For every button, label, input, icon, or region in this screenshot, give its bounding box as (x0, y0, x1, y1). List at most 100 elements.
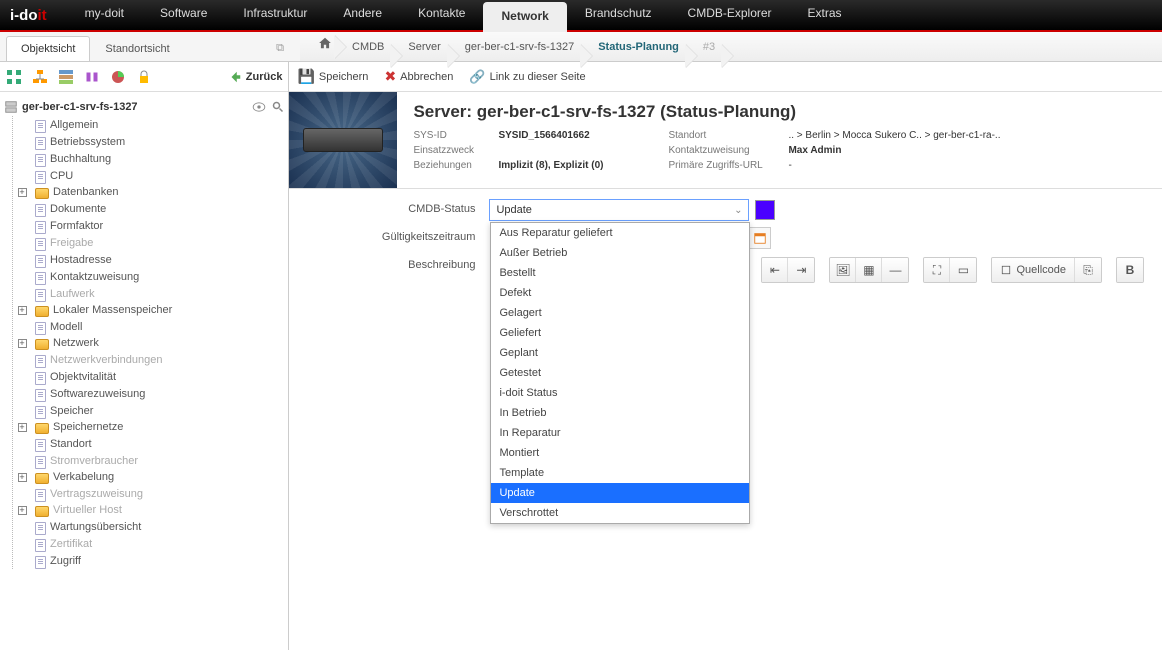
expand-icon[interactable]: + (18, 306, 27, 315)
tree-item-label: Speichernetze (53, 421, 123, 433)
topnav-item[interactable]: Andere (325, 0, 400, 32)
topnav-item[interactable]: Kontakte (400, 0, 483, 32)
topnav-item[interactable]: CMDB-Explorer (670, 0, 790, 32)
tree-item[interactable]: Softwarezuweisung (13, 385, 284, 402)
dropdown-option[interactable]: Template (491, 463, 749, 483)
breadcrumb-item[interactable]: ger-ber-c1-srv-fs-1327 (453, 41, 586, 53)
save-button[interactable]: 💾 Speichern (297, 68, 368, 85)
tree-item[interactable]: Stromverbraucher (13, 452, 284, 469)
tb-bold-icon[interactable]: B (1117, 258, 1143, 282)
permalink-button[interactable]: 🔗 Link zu dieser Seite (469, 69, 585, 85)
dropdown-option[interactable]: Gelagert (491, 303, 749, 323)
tree-item[interactable]: Wartungsübersicht (13, 518, 284, 535)
object-header: Server: ger-ber-c1-srv-fs-1327 (Status-P… (289, 92, 1162, 189)
breadcrumb-bar: CMDBServerger-ber-c1-srv-fs-1327Status-P… (300, 32, 1162, 62)
expand-icon[interactable]: + (18, 506, 27, 515)
topnav-item[interactable]: Software (142, 0, 225, 32)
object-meta-grid: SYS-IDSYSID_1566401662Standort.. > Berli… (413, 130, 1146, 171)
tb-indent-icon[interactable]: ⇥ (788, 258, 814, 282)
dropdown-option[interactable]: Update (491, 483, 749, 503)
dropdown-option[interactable]: Geplant (491, 343, 749, 363)
topnav-item[interactable]: Network (483, 2, 566, 32)
dropdown-option[interactable]: i-doit Status (491, 383, 749, 403)
tb-hr-icon[interactable]: — (882, 258, 908, 282)
dropdown-option[interactable]: Aus Reparatur geliefert (491, 223, 749, 243)
tree-item[interactable]: +Verkabelung (13, 469, 284, 485)
expand-icon[interactable]: + (18, 188, 27, 197)
tree-item[interactable]: Modell (13, 318, 284, 335)
calendar-button[interactable] (749, 227, 771, 249)
page-icon (35, 137, 46, 150)
tree-item[interactable]: Dokumente (13, 200, 284, 217)
grid-icon[interactable] (58, 69, 74, 85)
breadcrumb-item[interactable]: Server (396, 41, 452, 53)
tb-fullscreen-icon[interactable]: ⛶ (924, 258, 950, 282)
cmdb-status-select[interactable]: Update ⌄ Aus Reparatur geliefertAußer Be… (489, 199, 749, 221)
topnav-item[interactable]: Brandschutz (567, 0, 670, 32)
tree-item[interactable]: Netzwerkverbindungen (13, 351, 284, 368)
tb-copy-icon[interactable]: ⎘ (1075, 258, 1101, 282)
expand-icon[interactable]: + (18, 473, 27, 482)
tree-root[interactable]: ger-ber-c1-srv-fs-1327 (4, 98, 284, 116)
page-icon (35, 255, 46, 268)
breadcrumb-item[interactable]: Status-Planung (586, 41, 691, 53)
sidebar-tab[interactable]: Objektsicht (6, 36, 90, 61)
tree-item[interactable]: Objektvitalität (13, 368, 284, 385)
tree-item[interactable]: +Netzwerk (13, 335, 284, 351)
expand-icon[interactable]: + (18, 339, 27, 348)
tree-icon-1[interactable] (6, 69, 22, 85)
tree-item[interactable]: Vertragszuweisung (13, 485, 284, 502)
back-button[interactable]: Zurück (228, 70, 283, 84)
breadcrumb-item[interactable]: CMDB (340, 41, 396, 53)
topnav-item[interactable]: Infrastruktur (225, 0, 325, 32)
topnav-item[interactable]: my-doit (67, 0, 142, 32)
tree-item[interactable]: Zertifikat (13, 535, 284, 552)
tb-table-icon[interactable]: ▦ (856, 258, 882, 282)
tb-source-button[interactable]: Quellcode (992, 258, 1075, 282)
tb-source-label: Quellcode (1016, 264, 1066, 276)
tree-item-label: Standort (50, 438, 92, 450)
tree-item[interactable]: +Virtueller Host (13, 502, 284, 518)
dropdown-option[interactable]: Außer Betrieb (491, 243, 749, 263)
dropdown-option[interactable]: In Betrieb (491, 403, 749, 423)
expand-icon[interactable]: + (18, 423, 27, 432)
tree-item[interactable]: Kontaktzuweisung (13, 268, 284, 285)
tb-blocks-icon[interactable]: ▭ (950, 258, 976, 282)
tree-item[interactable]: Buchhaltung (13, 150, 284, 167)
tree-item-label: Laufwerk (50, 288, 95, 300)
search-icon[interactable] (272, 101, 284, 113)
lock-icon[interactable] (136, 69, 152, 85)
tree-item[interactable]: Standort (13, 435, 284, 452)
breadcrumb-home[interactable] (310, 32, 340, 62)
dropdown-option[interactable]: Bestellt (491, 263, 749, 283)
book-icon[interactable] (84, 69, 100, 85)
dropdown-option[interactable]: Getestet (491, 363, 749, 383)
topnav-item[interactable]: Extras (790, 0, 860, 32)
tree-icon-2[interactable] (32, 69, 48, 85)
tree-item[interactable]: Zugriff (13, 552, 284, 569)
tree-item[interactable]: Formfaktor (13, 217, 284, 234)
popout-icon[interactable]: ⧉ (270, 36, 290, 61)
pie-icon[interactable] (110, 69, 126, 85)
tb-image-icon[interactable]: 🖼 (830, 258, 856, 282)
tree-item[interactable]: Betriebssystem (13, 133, 284, 150)
tb-outdent-icon[interactable]: ⇤ (762, 258, 788, 282)
tree-item[interactable]: Hostadresse (13, 251, 284, 268)
sidebar-tab[interactable]: Standortsicht (90, 36, 184, 61)
status-color-swatch[interactable] (755, 200, 775, 220)
tree-item[interactable]: +Lokaler Massenspeicher (13, 302, 284, 318)
dropdown-option[interactable]: Verschrottet (491, 503, 749, 523)
eye-icon[interactable] (252, 102, 266, 112)
dropdown-option[interactable]: Geliefert (491, 323, 749, 343)
tree-item[interactable]: Allgemein (13, 116, 284, 133)
cancel-button[interactable]: ✖ Abbrechen (384, 68, 453, 85)
dropdown-option[interactable]: In Reparatur (491, 423, 749, 443)
tree-item[interactable]: CPU (13, 167, 284, 184)
tree-item[interactable]: +Datenbanken (13, 184, 284, 200)
tree-item[interactable]: Speicher (13, 402, 284, 419)
dropdown-option[interactable]: Defekt (491, 283, 749, 303)
tree-item[interactable]: Freigabe (13, 234, 284, 251)
tree-item[interactable]: Laufwerk (13, 285, 284, 302)
tree-item[interactable]: + Speichernetze (13, 419, 284, 435)
dropdown-option[interactable]: Montiert (491, 443, 749, 463)
